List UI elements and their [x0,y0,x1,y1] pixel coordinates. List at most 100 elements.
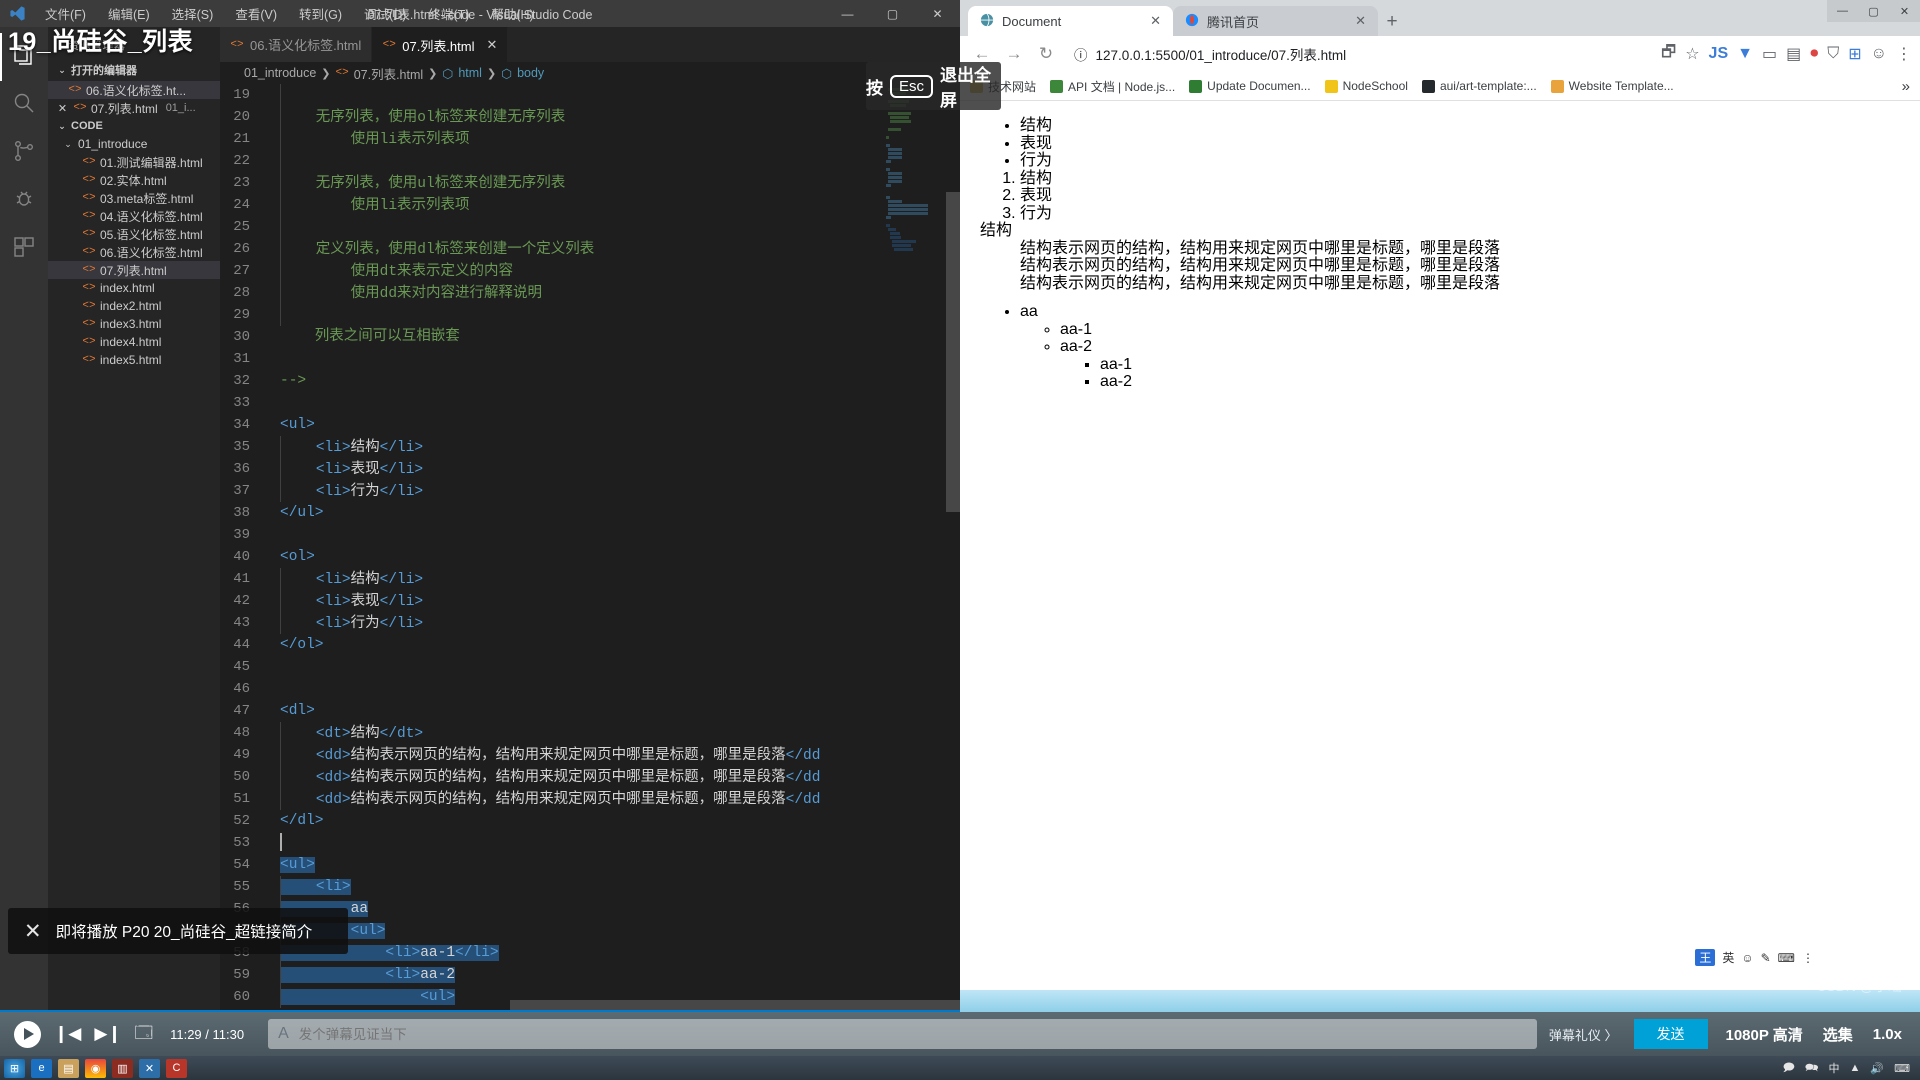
open-editor-item[interactable]: ✕ <> 07.列表.html 01_i... [48,99,220,117]
code-line[interactable]: 47 <dl> [220,700,960,722]
new-tab-button[interactable]: + [1378,8,1406,36]
breadcrumb-folder[interactable]: 01_introduce [244,66,316,80]
code-line[interactable]: 28 使用dd来对内容进行解释说明 [220,281,960,304]
line-content[interactable]: 无序列表，使用ul标签来创建无序列表 [272,171,565,195]
close-button[interactable]: ✕ [915,0,960,27]
close-tab-icon[interactable]: ✕ [487,37,498,53]
bookmark-item[interactable]: aui/art-template:... [1421,79,1537,93]
menu-view[interactable]: 查看(V) [224,0,288,27]
tray-icon[interactable]: 🗪 [1805,1059,1819,1078]
code-line[interactable]: 29 [220,303,960,327]
line-content[interactable]: <li>表现</li> [272,457,423,481]
line-content[interactable]: <ol> [272,546,315,568]
code-line[interactable]: 20 无序列表，使用ol标签来创建无序列表 [220,105,960,128]
line-content[interactable]: 列表之间可以互相嵌套 [272,326,460,348]
bookmarks-overflow-button[interactable]: » [1902,78,1910,95]
code-line[interactable]: 54 <ul> [220,854,960,876]
open-editor-item[interactable]: <> 06.语义化标签.ht... [48,81,220,99]
line-content[interactable]: <ul> [272,854,315,876]
picture-in-picture-icon[interactable]: 🗔 [135,1020,153,1049]
file-item[interactable]: <> 02.实体.html [48,171,220,189]
reload-button[interactable]: ↻ [1032,40,1060,68]
line-content[interactable]: <li>aa-2 [272,963,456,987]
activity-extensions[interactable] [0,225,48,273]
ime-menu-icon[interactable]: ⋮ [1802,951,1814,965]
line-content[interactable]: <li>结构</li> [272,435,423,459]
editor-horizontal-scrollbar[interactable] [220,1000,960,1010]
close-icon[interactable]: ✕ [24,919,42,944]
menu-help[interactable]: 帮助(H) [480,0,544,27]
code-line[interactable]: 38 </ul> [220,502,960,524]
scrollbar-thumb[interactable] [946,192,960,512]
line-content[interactable]: </ul> [272,502,324,524]
editor-vertical-scrollbar[interactable] [946,84,960,1010]
menu-terminal[interactable]: 终端(T) [417,0,480,27]
line-content[interactable]: <li>结构</li> [272,567,423,591]
code-editor[interactable]: 19 20 无序列表，使用ol标签来创建无序列表 21 使用li表示列表项 22 23 … [220,84,960,1010]
line-content[interactable] [272,303,281,327]
line-content[interactable] [272,215,281,239]
code-line[interactable]: 39 [220,524,960,546]
speed-selector[interactable]: 1.0x [1873,1026,1902,1043]
menu-debug[interactable]: 调试(D) [353,0,417,27]
funnel-extension-icon[interactable]: ▼ [1737,45,1753,63]
file-item[interactable]: <> index2.html [48,297,220,315]
file-item[interactable]: <> 04.语义化标签.html [48,207,220,225]
line-content[interactable]: <dl> [272,700,315,722]
line-content[interactable]: <dd>结构表示网页的结构，结构用来规定网页中哪里是标题，哪里是段落</dd [272,787,820,811]
translate-icon[interactable]: 🗗 [1661,41,1676,68]
code-line[interactable]: 19 [220,84,960,106]
line-content[interactable]: <li>行为</li> [272,479,423,503]
line-content[interactable]: </ol> [272,634,324,656]
browser-tab-document[interactable]: Document ✕ [968,6,1173,36]
file-item[interactable]: <> 01.测试编辑器.html [48,153,220,171]
code-line[interactable]: 45 [220,656,960,678]
danmaku-input[interactable] [298,1026,1527,1042]
menu-go[interactable]: 转到(G) [288,0,353,27]
close-button[interactable]: ✕ [1889,0,1920,22]
breadcrumb-symbol-html[interactable]: html [458,66,482,80]
line-content[interactable]: 使用dt来表示定义的内容 [272,259,513,283]
start-button-icon[interactable]: ⊞ [4,1058,25,1078]
tray-lang-icon[interactable]: 中 [1829,1060,1840,1076]
page-viewport[interactable]: 结构表现行为 结构表现行为 结构结构表示网页的结构，结构用来规定网页中哪里是标题… [960,103,1920,1012]
bookmark-item[interactable]: Update Documen... [1189,79,1311,93]
code-line[interactable]: 30 列表之间可以互相嵌套 [220,326,960,348]
code-line[interactable]: 25 [220,215,960,239]
activity-source-control[interactable] [0,129,48,177]
profile-avatar[interactable]: ☺ [1871,45,1887,63]
line-content[interactable]: <dt>结构</dt> [272,721,423,745]
line-content[interactable]: <li> [272,875,351,899]
minimize-button[interactable]: — [825,0,870,27]
quality-selector[interactable]: 1080P 高清 [1726,1024,1803,1045]
code-line[interactable]: 52 </dl> [220,810,960,832]
episodes-button[interactable]: 选集 [1823,1024,1853,1045]
code-lines[interactable]: 19 20 无序列表，使用ol标签来创建无序列表 21 使用li表示列表项 22 23 … [220,84,960,1010]
code-line[interactable]: 21 使用li表示列表项 [220,127,960,150]
menu-kebab-icon[interactable]: ⋮ [1896,44,1912,64]
record-extension-icon[interactable]: ⏺ [1810,45,1818,63]
send-danmaku-button[interactable]: 发送 [1633,1019,1708,1049]
bookmark-item[interactable]: API 文档 | Node.js... [1050,78,1175,95]
line-content[interactable] [272,149,281,173]
vscode-taskbar-icon[interactable]: ✕ [139,1058,160,1078]
line-content[interactable]: <li>行为</li> [272,611,423,635]
line-content[interactable]: </dl> [272,810,324,832]
next-icon[interactable]: ▶❙ [94,1024,121,1044]
ime-toolbar[interactable]: 王 英 ☺ ✎ ⌨ ⋮ [1687,946,1822,969]
line-content[interactable] [272,84,281,106]
code-line[interactable]: 23 无序列表，使用ul标签来创建无序列表 [220,171,960,195]
code-line[interactable]: 55 <li> [220,875,960,899]
ime-pen-icon[interactable]: ✎ [1761,951,1771,965]
tab-07[interactable]: <> 07.列表.html ✕ [372,27,509,62]
explorer-icon[interactable]: ▤ [58,1058,79,1078]
line-content[interactable]: <dd>结构表示网页的结构，结构用来规定网页中哪里是标题，哪里是段落</dd [272,765,820,789]
code-line[interactable]: 41 <li>结构</li> [220,567,960,591]
minimize-button[interactable]: — [1827,0,1858,22]
line-content[interactable]: --> [272,370,306,392]
tray-icon[interactable]: 🔊 [1870,1062,1884,1075]
project-header[interactable]: ⌄ CODE [48,117,220,135]
file-item[interactable]: <> 03.meta标签.html [48,189,220,207]
tab-06[interactable]: <> 06.语义化标签.html [220,27,373,62]
danmaku-input-box[interactable]: A [268,1019,1537,1049]
